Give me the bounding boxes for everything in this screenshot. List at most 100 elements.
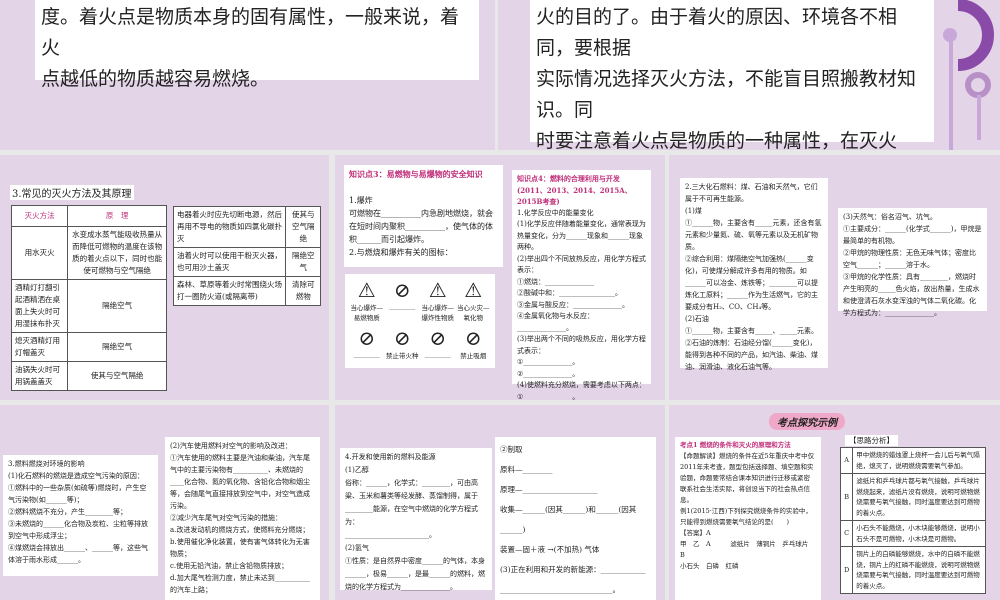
- text-box: 知识点4：燃料的合理利用与开发(2011、2013、2014、2015A、201…: [512, 170, 651, 400]
- table-cell: 隔绝空气: [285, 247, 321, 277]
- slide-new-energy[interactable]: 4.开发和使用新的燃料及能源 (1)乙醇俗称：______，化学式：_______…: [335, 405, 665, 600]
- table-row: D 铜片上的白磷能够燃烧，水中的白磷不能燃烧，铜片上的红磷不能燃烧，说明可燃物燃烧…: [839, 546, 986, 594]
- text-line: 【答案】A: [680, 529, 711, 537]
- table-cell: 铜片上的白磷能够燃烧，水中的白磷不能燃烧，铜片上的红磷不能燃烧，说明可燃物燃烧需…: [852, 546, 986, 594]
- table-cell: 电器着火时应先切断电源，然后再用不导电的物质如四氯化碳扑灭: [172, 206, 287, 248]
- text-line: (2)汽车使用燃料对空气的影响及改进：: [170, 442, 292, 450]
- fire-methods-table-2: 电器着火时应先切断电源，然后再用不导电的物质如四氯化碳扑灭 使其与空气隔绝 油着火时…: [172, 206, 321, 306]
- warning-sign-icon: ⚠: [357, 278, 376, 302]
- analysis-table: A 甲中燃烧的蜡烛罩上烧杯一会儿后与氧气隔绝，熄灭了，说明燃烧需要氧气参加。 B 滤纸…: [839, 447, 986, 594]
- slide-top-left[interactable]: 度。着火点是物质本身的固有属性，一般来说，着火点越低的物质越容易燃烧。: [0, 0, 495, 150]
- sign-label: ________: [424, 350, 451, 358]
- slide-fossil-fuels[interactable]: 2.三大化石燃料：煤、石油和天然气，它们属于不可再生能源。 (1)煤 ①______…: [669, 155, 1000, 400]
- sign-label: 当心爆炸—爆炸性物质: [421, 304, 455, 322]
- sign-label: ________: [353, 350, 380, 358]
- text-line: 原料—________: [500, 465, 553, 474]
- text-line: 知识点4：燃料的合理利用与开发(2011、2013、2014、2015A、201…: [517, 174, 632, 206]
- sign-label: 当心爆炸—易燃物质: [350, 304, 384, 322]
- text-line: 1.爆炸: [349, 196, 373, 205]
- text-line: 4.开发和使用新的燃料及能源: [345, 453, 436, 461]
- text-line: d.加大尾气检测力度，禁止未达到__________的汽车上路；: [170, 574, 310, 594]
- text-line: ②甲烷的物理性质：无色无味气体；密度比空气______；______溶于水。: [843, 249, 976, 269]
- table-cell: 用水灭火: [10, 226, 69, 280]
- safety-sign: ⚠ 当心火灾—氧化物: [456, 278, 492, 326]
- table-row: B 滤纸片和乒乓球片都与氧气接触，乒乓球片燃烧起来，滤纸片没有燃烧，说明可燃物燃烧…: [839, 473, 986, 521]
- text-line: ①燃料中的一些杂质(如硫等)燃烧时，产生空气污染物(如______等)；: [8, 484, 147, 504]
- text-line: 点越低的物质越容易燃烧。: [41, 68, 270, 90]
- table-row: 油着火时可以使用干粉灭火器，也可用沙土盖灭 隔绝空气: [172, 247, 321, 277]
- text-line: 例1(2015·江西)下列探究燃烧条件的实验中，只能得到燃烧需要氧气结论的是( …: [680, 507, 812, 526]
- text-line: 2.三大化石燃料：煤、石油和天然气，它们属于不可再生能源。: [685, 183, 818, 203]
- safety-sign: ⊘ ________: [385, 278, 421, 326]
- safety-sign: ⊘ 禁止带火种: [385, 326, 421, 364]
- text-line: (1)化石燃料的燃烧是造成空气污染的原因：: [8, 472, 144, 480]
- text-line: (2)举出四个不同放热反应，用化学方程式表示：: [517, 254, 646, 275]
- text-line: ④金属氧化物与水反应：: [517, 312, 594, 320]
- text-line: 俗称：______，化学式：________，可由高粱、玉米和薯类等经发酵、蒸馏…: [345, 479, 478, 526]
- prohibition-sign-icon: ⊘: [358, 326, 376, 350]
- text-line: ①______________。: [517, 358, 580, 366]
- table-cell: 使其与空气隔绝: [285, 206, 321, 248]
- text-line: ①______物，主要含有_____、_____元素。: [685, 327, 818, 335]
- text-line: 考点1 燃烧的条件和灭火的原理和方法: [680, 441, 791, 449]
- table-cell: 滤纸片和乒乓球片都与氧气接触，乒乓球片燃烧起来，滤纸片没有燃烧，说明可燃物燃烧需…: [852, 473, 986, 521]
- text-line: (4)使燃料充分燃烧，需要考虑以下两点：: [517, 381, 646, 389]
- sign-label: 禁止带火种: [386, 352, 419, 360]
- text-line: ①燃烧：______________: [517, 277, 594, 286]
- text-line: ①______物，主要含有_____元素，还含有氢元素和少量氮、硫、氧等元素以及…: [685, 219, 822, 251]
- text-line: 可燃物在__________内急剧地燃烧，就会在短时间内聚积__________…: [349, 209, 493, 244]
- text-line: 甲 乙 A 滤纸片 薄铜片 乒乓球片 B: [680, 540, 815, 559]
- text-line: ②石油的炼制：石油经分馏(______变化)，能得到各种不同的产品，如汽油、柴油…: [685, 339, 818, 371]
- safety-sign: ⚠ 当心爆炸—爆炸性物质: [420, 278, 456, 326]
- text-line: 3.燃料燃烧对环境的影响: [8, 460, 85, 468]
- text-line: (1)乙醇: [345, 466, 369, 474]
- warning-sign-icon: ⚠: [464, 278, 483, 302]
- table-cell: 使其与空气隔绝: [67, 361, 167, 391]
- slide-environment[interactable]: 3.燃料燃烧对环境的影响 (1)化石燃料的燃烧是造成空气污染的原因： ①燃料中的一些…: [0, 405, 329, 600]
- table-cell: 原 理: [67, 205, 167, 227]
- text-line: ②综合利用：煤隔绝空气加强热(______变化)，可使煤分解成许多有用的物质。如…: [685, 255, 818, 311]
- text-line: (3)天然气：俗名沼气、坑气。: [843, 213, 937, 221]
- slide-safety-knowledge[interactable]: 知识点3：易燃物与易爆物的安全知识 1.爆炸 可燃物在__________内急剧地…: [335, 155, 665, 400]
- prohibition-sign-icon: ⊘: [393, 326, 411, 350]
- text-line: ②酸碱中和：________________。: [517, 289, 622, 297]
- text-line: ②减少汽车尾气对空气污染的措施：: [170, 514, 282, 522]
- table-row: C 小石头不能燃烧，小木块能够燃烧，说明小石头不是可燃物，小木块是可燃物。: [839, 520, 986, 547]
- table-header-row: 灭火方法原 理: [10, 205, 167, 227]
- slide-fire-methods[interactable]: 3.常见的灭火方法及其原理 灭火方法原 理用水灭火 水变成水蒸气能吸收热量从而降低…: [0, 155, 329, 400]
- table-cell: 熄灭酒精灯用灯帽盖灭: [10, 332, 69, 362]
- table-row: 熄灭酒精灯用灯帽盖灭 隔绝空气: [10, 332, 167, 362]
- text-line: ______________________________。: [500, 585, 620, 594]
- text-line: 实际情况选择灭火方法，不能盲目照搬教材知识。同: [536, 68, 917, 121]
- text-box: 3.燃料燃烧对环境的影响 (1)化石燃料的燃烧是造成空气污染的原因： ①燃料中的一些…: [3, 455, 158, 576]
- text-box: 火的目的了。由于着火的原因、环境各不相同，要根据 实际情况选择灭火方法，不能盲目照…: [530, 0, 934, 150]
- table-cell: 酒精灯打翻引起酒精洒在桌面上失火时可用湿抹布扑灭: [10, 279, 69, 333]
- text-box: 考点1 燃烧的条件和灭火的原理和方法 【命题解读】燃烧的条件在近5年重庆中考中仅2…: [675, 437, 821, 600]
- text-box: ②制取 原料—________ 原理—____________________ 收集—…: [495, 437, 656, 600]
- table-row: 用水灭火 水变成水蒸气能吸收热量从而降低可燃物的温度在该物质的着火点以下，同时也能…: [10, 226, 167, 280]
- slide-exam-example[interactable]: 考点探究示例 考点1 燃烧的条件和灭火的原理和方法 【命题解读】燃烧的条件在近5年…: [669, 405, 1000, 600]
- fire-methods-table-1: 灭火方法原 理用水灭火 水变成水蒸气能吸收热量从而降低可燃物的温度在该物质的着火点…: [10, 205, 167, 391]
- text-line: 度。着火点是物质本身的固有属性，一般来说，着火: [41, 6, 460, 59]
- decoration-icon: [943, 0, 994, 150]
- table-cell: 森林、草原等着火时常围绕火场打一圈防火道(或隔离带): [172, 276, 287, 306]
- text-box: 2.三大化石燃料：煤、石油和天然气，它们属于不可再生能源。 (1)煤 ①______…: [680, 178, 828, 371]
- text-line: ②制取: [500, 445, 523, 454]
- safety-sign: ⊘ ________: [420, 326, 456, 364]
- text-line: (3)正在利用和开发的新能源：____________: [500, 565, 646, 574]
- table-cell: D: [839, 546, 854, 594]
- table-row: 电器着火时应先切断电源，然后再用不导电的物质如四氯化碳扑灭 使其与空气隔绝: [172, 206, 321, 248]
- text-line: 小石头 白磷 红磷: [680, 562, 739, 570]
- text-line: ③金属与酸反应：______________。: [517, 300, 629, 309]
- text-line: a.改进发动机的燃烧方式，使燃料充分燃烧；: [170, 526, 310, 534]
- text-line: ③未燃烧的______化合物及炭粒、尘粒等排放到空气中形成浮尘；: [8, 520, 148, 540]
- slide-top-right[interactable]: 火的目的了。由于着火的原因、环境各不相同，要根据 实际情况选择灭火方法，不能盲目照…: [498, 0, 1000, 150]
- table-cell: 油锅失火时可用锅盖盖灭: [10, 361, 69, 391]
- prohibition-sign-icon: ⊘: [429, 326, 447, 350]
- text-line: (3)举出两个不同的吸热反应，用化学方程式表示：: [517, 335, 646, 355]
- table-cell: C: [839, 520, 854, 547]
- text-box: (2)汽车使用燃料对空气的影响及改进： ①汽车使用的燃料主要是汽油和柴油，汽车尾气…: [165, 437, 320, 600]
- text-line: 1.化学反应中的能量变化: [517, 208, 594, 217]
- text-line: 时要注意着火点是物质的一种属性，在灭火时，只可降: [536, 130, 898, 150]
- table-cell: 隔绝空气: [67, 332, 167, 362]
